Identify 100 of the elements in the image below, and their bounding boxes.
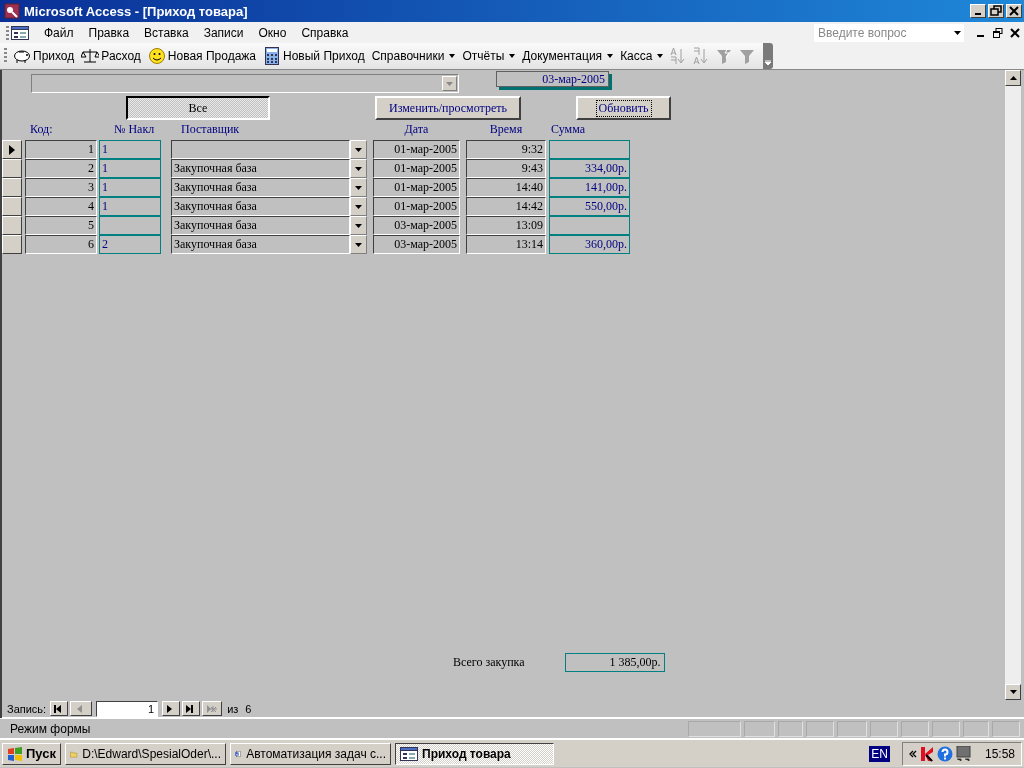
status-panel	[870, 720, 899, 737]
menu-item[interactable]: Правка	[81, 25, 137, 40]
toolbar-button[interactable]: Новая Продажа	[144, 45, 259, 67]
table-cell: 14:40	[466, 178, 546, 197]
restore-button[interactable]	[988, 4, 1004, 18]
table-cell: 01-мар-2005	[373, 140, 460, 159]
up-arrow-icon	[1009, 76, 1017, 80]
toolbar-button[interactable]: Новый Приход	[260, 45, 368, 67]
table-cell: 01-мар-2005	[373, 197, 460, 216]
record-selector[interactable]	[2, 140, 22, 159]
key-icon	[4, 3, 20, 19]
form-icon[interactable]	[11, 24, 29, 41]
first-record-button[interactable]	[50, 701, 69, 716]
table-cell: 1	[99, 178, 161, 197]
start-button[interactable]: Пуск	[2, 742, 61, 765]
close-icon	[1008, 5, 1020, 17]
record-selector[interactable]	[2, 197, 22, 216]
caret-icon	[657, 54, 664, 58]
status-panel	[836, 720, 868, 737]
filter-toggle-button[interactable]: Все	[126, 96, 270, 120]
menu-button[interactable]: Касса	[617, 47, 667, 65]
menu-item[interactable]: Записи	[196, 25, 251, 40]
dropdown-button[interactable]	[350, 216, 367, 235]
taskbar-button[interactable]: D:\Edward\SpesialOder\...	[65, 742, 226, 765]
language-indicator[interactable]: EN	[869, 745, 890, 762]
refresh-button[interactable]: Обновить	[576, 96, 671, 120]
menu-button[interactable]: Справочники	[368, 47, 459, 65]
table-cell: Закупочная база	[171, 159, 350, 178]
edit-view-button[interactable]: Изменить/просмотреть	[375, 96, 521, 120]
table-cell: 334,00р.	[549, 159, 630, 178]
toolbar-button[interactable]: Расход	[78, 45, 144, 67]
menu-button[interactable]: Отчёты	[459, 47, 519, 65]
table-cell: 550,00р.	[549, 197, 630, 216]
table-cell: 1	[99, 159, 161, 178]
dropdown-button[interactable]	[350, 140, 367, 159]
table-cell: 2	[25, 159, 97, 178]
record-selector[interactable]	[2, 178, 22, 197]
record-selector[interactable]	[2, 216, 22, 235]
table-cell: 9:32	[466, 140, 546, 159]
minimize-icon	[975, 13, 981, 15]
menu-item[interactable]: Окно	[251, 25, 294, 40]
minimize-button[interactable]	[970, 4, 986, 18]
caret-icon	[355, 204, 362, 209]
column-header: Код:	[29, 122, 54, 137]
dropdown-button[interactable]	[350, 235, 367, 254]
column-header: Дата	[403, 122, 430, 137]
dropdown-button[interactable]	[350, 159, 367, 178]
next-record-button[interactable]	[162, 701, 181, 716]
status-panel	[687, 720, 741, 737]
caret-icon	[355, 185, 362, 190]
status-panel	[778, 720, 803, 737]
menu-item[interactable]: Файл	[37, 25, 81, 40]
table-cell: 13:09	[466, 216, 546, 235]
dropdown-button[interactable]	[350, 197, 367, 216]
network-icon[interactable]	[955, 745, 972, 762]
menu-item[interactable]: Справка	[294, 25, 356, 40]
chevron-left-icon[interactable]	[908, 749, 917, 758]
total-field: 1 385,00р.	[564, 652, 665, 672]
column-header: Время	[488, 122, 524, 137]
taskbar-button[interactable]: Приход товара	[395, 742, 554, 765]
scales-icon	[81, 47, 100, 65]
record-selector[interactable]	[2, 159, 22, 178]
table-cell: Закупочная база	[171, 235, 350, 254]
caret-icon	[355, 242, 362, 247]
close-icon[interactable]	[1010, 27, 1020, 38]
current-record-icon	[9, 144, 15, 155]
table-cell: 1	[99, 140, 161, 159]
status-panel	[963, 720, 990, 737]
record-selector[interactable]	[2, 235, 22, 254]
table-cell: 2	[99, 235, 161, 254]
help-field[interactable]: Введите вопрос	[814, 23, 964, 42]
toolbar-options-button[interactable]	[763, 43, 774, 69]
table-cell: 360,00р.	[549, 235, 630, 254]
taskbar-button[interactable]: Автоматизация задач с...	[230, 742, 391, 765]
menu-item[interactable]: Вставка	[137, 25, 196, 40]
table-cell: 5	[25, 216, 97, 235]
scroll-up-button[interactable]	[1005, 70, 1021, 86]
close-button[interactable]	[1006, 4, 1022, 18]
total-label: Всего закупка	[453, 654, 525, 670]
table-cell: 14:42	[466, 197, 546, 216]
combo-box[interactable]	[31, 74, 459, 93]
toolbar-button[interactable]: Приход	[10, 45, 78, 67]
last-record-button[interactable]	[182, 701, 201, 716]
scroll-down-button[interactable]	[1005, 684, 1021, 700]
table-cell: 141,00р.	[549, 178, 630, 197]
restore-icon[interactable]	[993, 27, 1003, 38]
record-number-field[interactable]: 1	[96, 700, 159, 717]
table-cell: 03-мар-2005	[373, 235, 460, 254]
dropdown-button[interactable]	[350, 178, 367, 197]
caret-icon	[954, 30, 961, 35]
menu-button[interactable]: Документация	[519, 47, 617, 65]
record-count: 6	[245, 702, 252, 715]
table-cell: 3	[25, 178, 97, 197]
status-panel	[805, 720, 834, 737]
status-panel	[992, 720, 1021, 737]
status-panel	[932, 720, 961, 737]
column-header: № Накл	[113, 122, 156, 137]
help-icon[interactable]	[936, 745, 953, 762]
antivirus-icon[interactable]	[919, 745, 934, 762]
window-title: Microsoft Access - [Приход товара]	[24, 3, 249, 19]
